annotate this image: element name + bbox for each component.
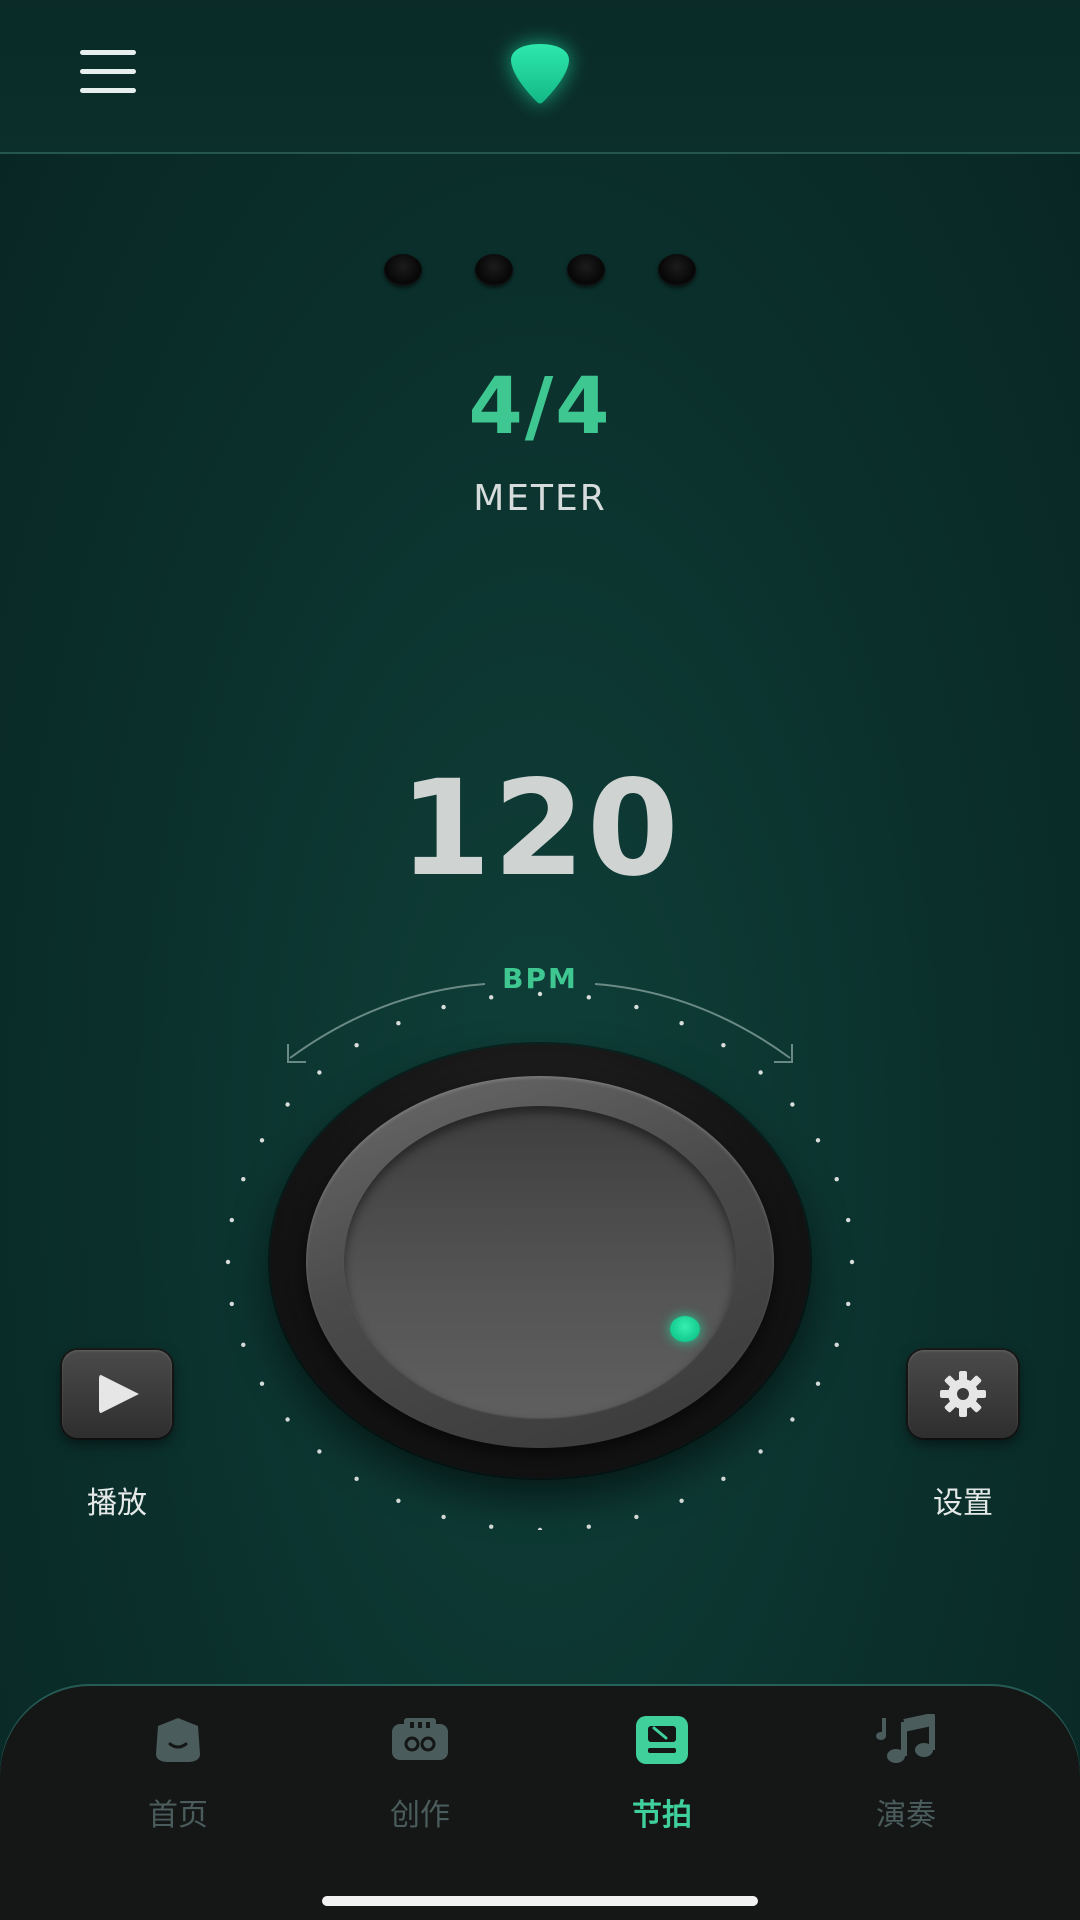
dial-tick <box>790 1102 795 1107</box>
dial-tick <box>285 1417 290 1422</box>
dial-tick <box>489 1524 494 1529</box>
beat-dot <box>475 254 514 286</box>
dial-tick <box>259 1381 265 1386</box>
nav-label: 节拍 <box>632 1798 692 1833</box>
dial-tick <box>849 1259 855 1265</box>
dial-tick <box>441 1514 446 1520</box>
knob-indicator-dot <box>670 1316 700 1342</box>
dial-tick <box>241 1342 246 1347</box>
nav-label: 创作 <box>390 1798 450 1833</box>
dial-tick <box>721 1043 726 1048</box>
dial-tick <box>834 1342 839 1347</box>
play-button[interactable] <box>62 1350 172 1438</box>
dial-tick <box>396 1021 401 1026</box>
nav-label: 演奏 <box>876 1798 936 1833</box>
meter-label: METER <box>473 478 607 519</box>
dial-tick <box>537 1527 543 1530</box>
metronome-screen: 4/4 METER 120 BPM 播放 设置 首页 创作 节拍 演奏 <box>0 0 1080 1920</box>
dial-tick <box>634 1004 639 1010</box>
knob-face <box>344 1106 736 1418</box>
dial-tick <box>815 1138 821 1143</box>
play-icon <box>99 1374 139 1414</box>
gear-icon <box>940 1371 986 1417</box>
nav-label: 首页 <box>148 1798 208 1833</box>
tempo-knob[interactable] <box>270 1044 810 1478</box>
dial-tick <box>229 1301 234 1307</box>
settings-button[interactable] <box>908 1350 1018 1438</box>
dial-tick <box>259 1138 265 1143</box>
dial-tick <box>834 1177 839 1182</box>
create-icon <box>392 1718 448 1760</box>
dial-tick <box>679 1021 684 1026</box>
dial-tick <box>489 995 494 1000</box>
dial-tick <box>241 1177 246 1182</box>
music-note-icon <box>876 1714 935 1763</box>
dial-tick <box>537 991 543 997</box>
beat-dot <box>566 254 605 286</box>
home-indicator[interactable] <box>322 1896 758 1906</box>
dial-tick <box>354 1043 359 1048</box>
bottom-navigation: 首页 创作 节拍 演奏 <box>0 1686 1080 1880</box>
nav-item-perform[interactable]: 演奏 <box>826 1714 986 1854</box>
nav-item-metronome[interactable]: 节拍 <box>582 1714 742 1854</box>
nav-item-create[interactable]: 创作 <box>340 1714 500 1854</box>
dial-tick <box>285 1102 290 1107</box>
tempo-value: 120 <box>399 752 681 906</box>
guitar-pick-icon <box>511 44 569 104</box>
dial-tick <box>790 1417 795 1422</box>
top-app-bar <box>0 0 1080 154</box>
dial-tick <box>846 1217 851 1223</box>
dial-tick <box>586 995 591 1000</box>
dial-tick <box>225 1259 231 1265</box>
dial-tick <box>586 1524 591 1529</box>
dial-tick <box>354 1476 359 1481</box>
nav-item-home[interactable]: 首页 <box>98 1714 258 1854</box>
home-icon <box>156 1718 200 1762</box>
meter-value[interactable]: 4/4 <box>0 362 1080 452</box>
dial-tick <box>815 1381 821 1386</box>
knob-ring <box>306 1076 774 1448</box>
dial-tick <box>846 1301 851 1307</box>
dial-tick <box>396 1498 401 1503</box>
dial-tick <box>317 1070 322 1075</box>
dial-tick <box>679 1498 684 1503</box>
beat-indicator <box>384 254 696 290</box>
dial-tick <box>758 1070 763 1075</box>
dial-tick <box>317 1449 322 1454</box>
beat-dot <box>384 254 422 286</box>
hamburger-menu-icon[interactable] <box>80 50 136 94</box>
dial-tick <box>721 1476 726 1481</box>
dial-tick <box>634 1514 639 1520</box>
dial-tick <box>441 1004 446 1010</box>
settings-label: 设置 <box>933 1486 993 1521</box>
dial-tick <box>229 1217 234 1223</box>
play-label: 播放 <box>87 1486 147 1521</box>
metronome-icon <box>636 1716 688 1764</box>
beat-dot <box>657 254 696 286</box>
dial-tick <box>758 1449 763 1454</box>
